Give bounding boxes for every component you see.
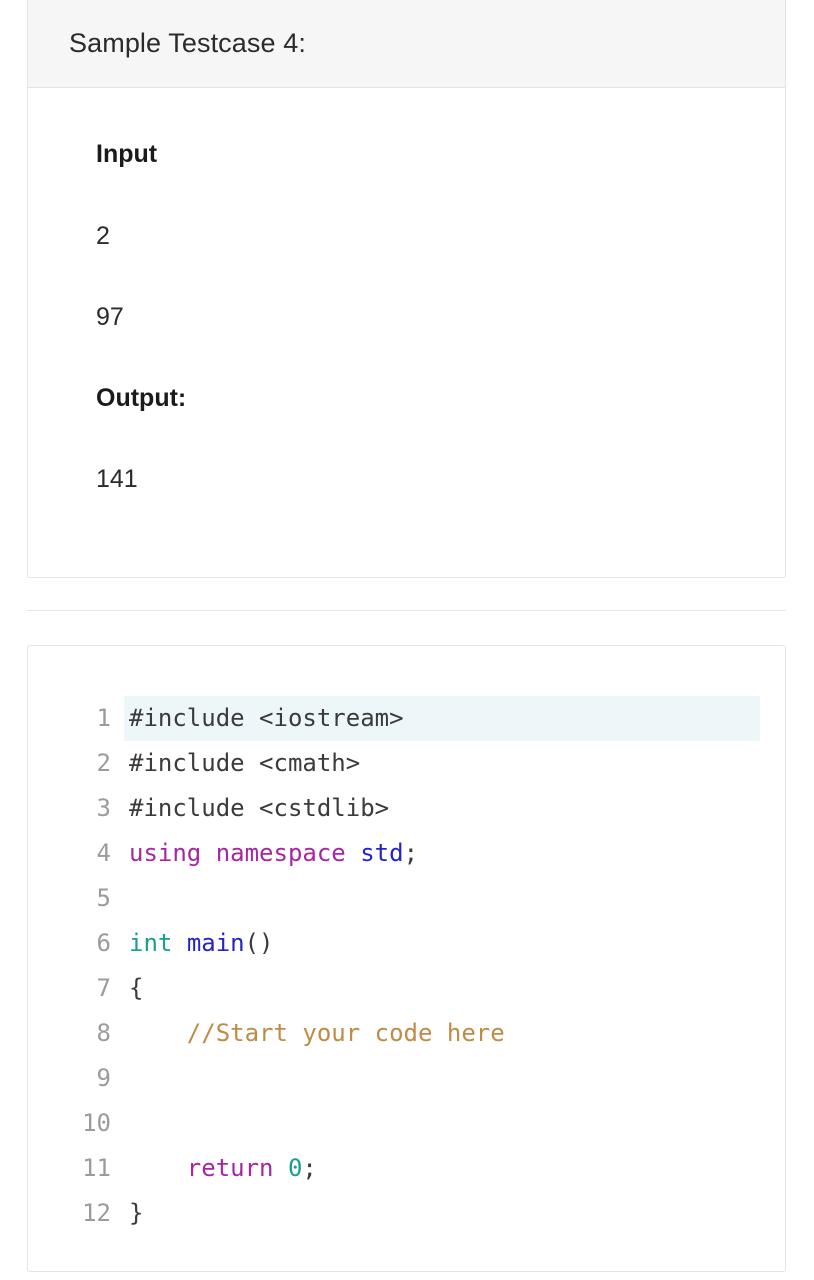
code-token: int bbox=[129, 929, 173, 957]
line-number: 1 bbox=[96, 704, 111, 732]
code-line[interactable]: 4 using namespace std; bbox=[28, 831, 785, 876]
line-number: 8 bbox=[96, 1019, 111, 1047]
code-line[interactable]: 2 #include <cmath> bbox=[28, 741, 785, 786]
code-token: () bbox=[244, 929, 274, 957]
line-number: 5 bbox=[96, 884, 111, 912]
code-line[interactable]: 8 //Start your code here bbox=[28, 1011, 785, 1056]
line-number: 4 bbox=[96, 839, 111, 867]
sample-testcase-card: Sample Testcase 4: Input 2 97 Output: 14… bbox=[27, 0, 786, 578]
testcase-title: Sample Testcase 4: bbox=[69, 28, 306, 58]
code-token: //Start your code here bbox=[186, 1019, 505, 1047]
code-token: std bbox=[360, 839, 404, 867]
code-line-content[interactable]: } bbox=[124, 1191, 760, 1236]
line-number: 9 bbox=[96, 1064, 111, 1092]
code-line[interactable]: 1 #include <iostream> bbox=[28, 696, 785, 741]
code-token: } bbox=[129, 1199, 144, 1227]
code-token: return bbox=[186, 1154, 274, 1182]
input-value-line-2: 97 bbox=[96, 303, 124, 331]
line-number: 3 bbox=[96, 794, 111, 822]
code-line[interactable]: 9 bbox=[28, 1056, 785, 1101]
code-line[interactable]: 10 bbox=[28, 1101, 785, 1146]
code-line[interactable]: 3 #include <cstdlib> bbox=[28, 786, 785, 831]
code-token: main bbox=[186, 929, 245, 957]
section-divider bbox=[27, 610, 786, 611]
code-line-content[interactable]: using namespace std; bbox=[124, 831, 760, 876]
code-line-content[interactable] bbox=[124, 876, 760, 921]
code-token: #include <cstdlib> bbox=[129, 794, 390, 822]
code-line-content[interactable] bbox=[124, 1101, 760, 1146]
code-line[interactable]: 12} bbox=[28, 1191, 785, 1236]
code-line-content[interactable]: int main() bbox=[124, 921, 760, 966]
code-line[interactable]: 5 bbox=[28, 876, 785, 921]
code-line-content[interactable]: #include <cmath> bbox=[124, 741, 760, 786]
code-line[interactable]: 7{ bbox=[28, 966, 785, 1011]
code-editor-area[interactable]: 1 #include <iostream> 2 #include <cmath> 3 #i… bbox=[28, 646, 785, 1236]
code-token: namespace bbox=[215, 839, 346, 867]
input-label: Input bbox=[96, 140, 158, 168]
code-token: #include <iostream> bbox=[129, 704, 404, 732]
line-number: 2 bbox=[96, 749, 111, 777]
code-line-content[interactable]: //Start your code here bbox=[124, 1011, 760, 1056]
line-number: 7 bbox=[96, 974, 111, 1002]
code-line-content[interactable]: return 0; bbox=[124, 1146, 760, 1191]
line-number: 10 bbox=[82, 1109, 111, 1137]
code-line-content[interactable]: { bbox=[124, 966, 760, 1011]
output-label: Output: bbox=[96, 384, 187, 412]
code-line-content[interactable]: #include <iostream> bbox=[124, 696, 760, 741]
code-token: using bbox=[129, 839, 202, 867]
code-line[interactable]: 6 int main() bbox=[28, 921, 785, 966]
page-root: Sample Testcase 4: Input 2 97 Output: 14… bbox=[0, 0, 814, 1280]
code-token: ; bbox=[403, 839, 419, 867]
code-token: #include <cmath> bbox=[129, 749, 361, 777]
output-value-line-1: 141 bbox=[96, 465, 138, 493]
code-token: { bbox=[129, 974, 144, 1002]
line-number: 12 bbox=[82, 1199, 111, 1227]
code-line-content[interactable]: #include <cstdlib> bbox=[124, 786, 760, 831]
code-line[interactable]: 11 return 0; bbox=[28, 1146, 785, 1191]
code-token: 0 bbox=[287, 1154, 303, 1182]
line-number: 11 bbox=[82, 1154, 111, 1182]
code-line-content[interactable] bbox=[124, 1056, 760, 1101]
code-editor-card[interactable]: 1 #include <iostream> 2 #include <cmath> 3 #i… bbox=[27, 645, 786, 1272]
code-token: ; bbox=[302, 1154, 317, 1182]
input-value-line-1: 2 bbox=[96, 222, 110, 250]
testcase-card-header: Sample Testcase 4: bbox=[28, 0, 785, 88]
line-number: 6 bbox=[96, 929, 111, 957]
